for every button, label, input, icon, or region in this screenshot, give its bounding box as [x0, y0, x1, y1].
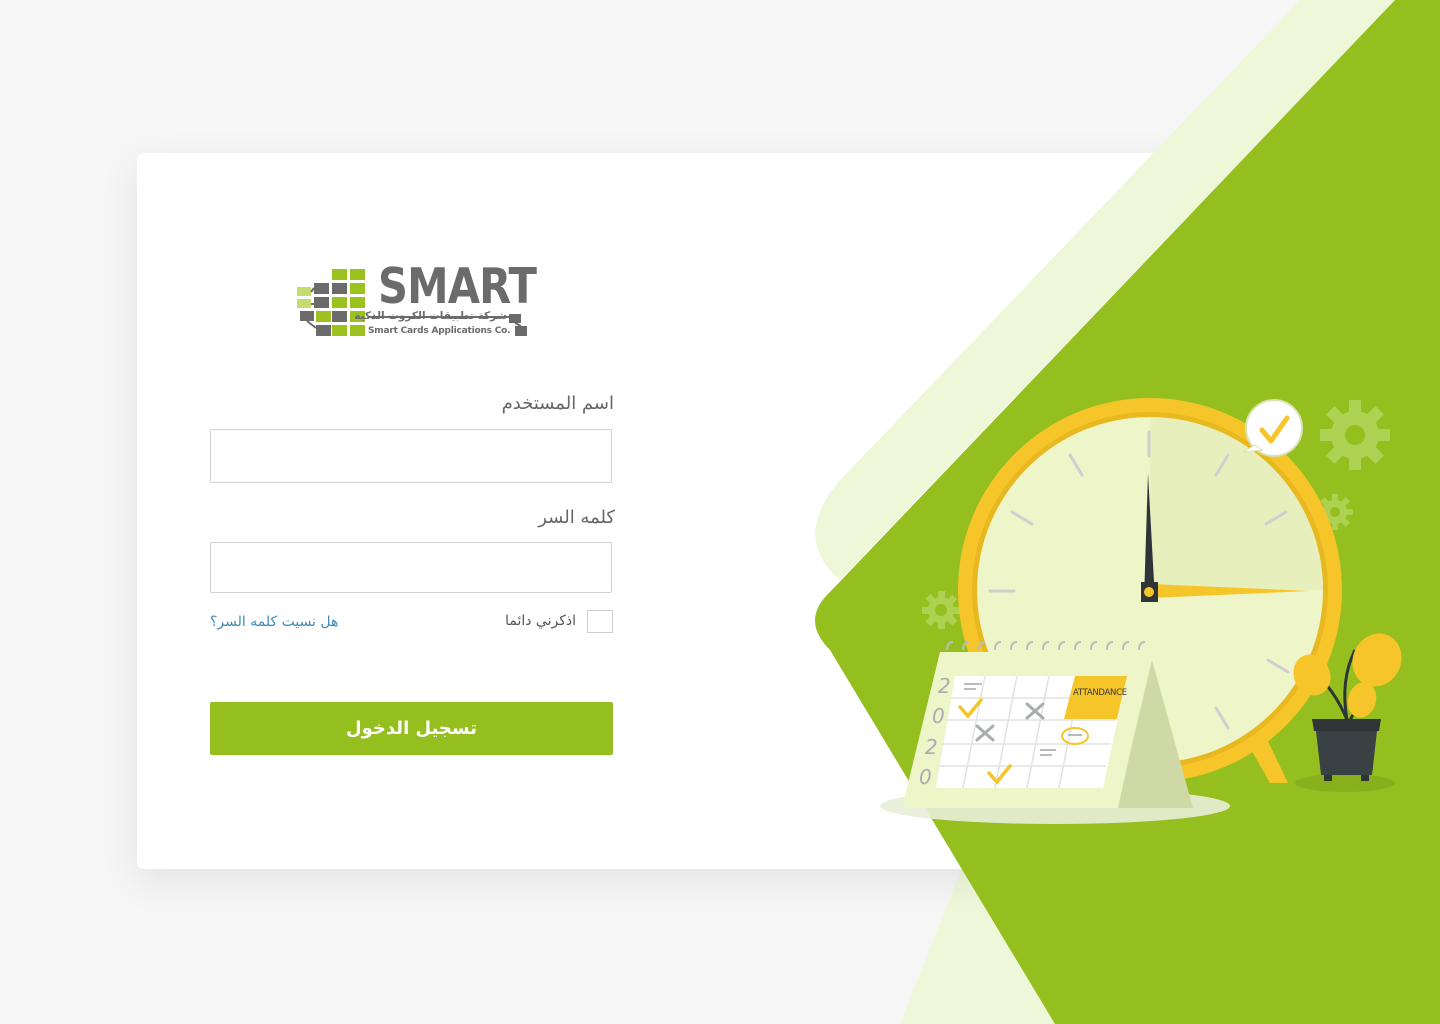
- attendance-illustration: [880, 398, 1402, 824]
- calendar-year-digit: 2: [938, 674, 951, 698]
- gear-icon: [922, 591, 960, 629]
- attendance-sticky-note: ATTANDANCE: [1073, 688, 1127, 698]
- calendar-year-digit: 0: [919, 765, 932, 789]
- gear-icon: [1320, 400, 1390, 470]
- calendar-year-digit: 0: [932, 704, 945, 728]
- check-bubble-icon: [1242, 399, 1303, 457]
- calendar-year-digit: 2: [925, 735, 938, 759]
